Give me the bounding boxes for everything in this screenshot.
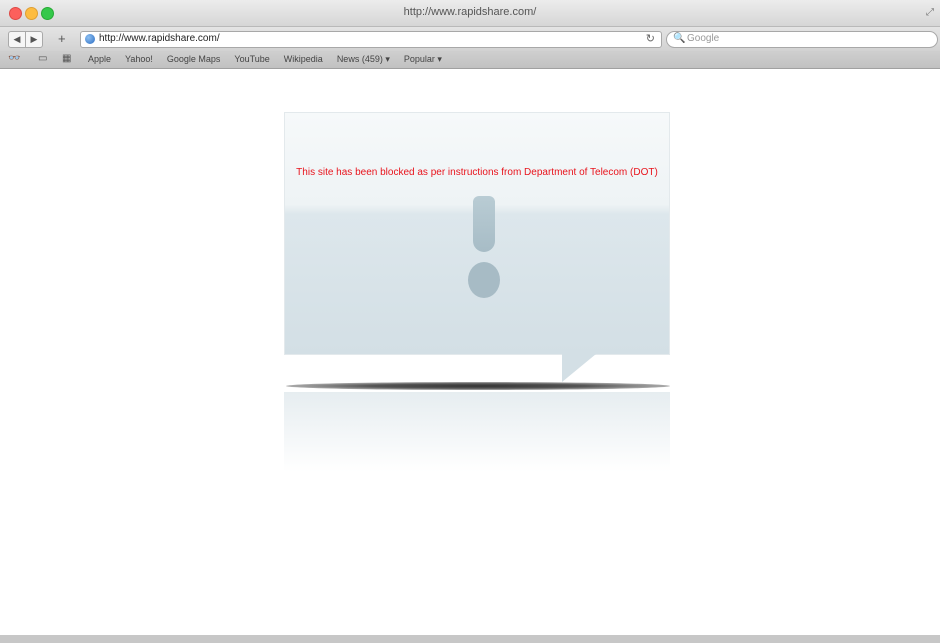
top-sites-icon[interactable]: ▦ (62, 53, 71, 64)
bookmark-items: Apple Yahoo! Google Maps YouTube Wikiped… (88, 54, 442, 65)
reload-icon[interactable]: ↻ (646, 32, 655, 45)
address-bar[interactable]: http://www.rapidshare.com/ ↻ (80, 31, 662, 48)
globe-icon (85, 34, 95, 44)
bookmark-item[interactable]: Yahoo! (125, 54, 153, 65)
url-text[interactable]: http://www.rapidshare.com/ (99, 33, 220, 44)
window-title: http://www.rapidshare.com/ (403, 6, 537, 18)
add-bookmark-button[interactable]: + (58, 31, 66, 46)
reading-list-icon[interactable]: 👓 (8, 53, 20, 64)
bubble-reflection (284, 392, 670, 472)
bookmarks-bar: 👓 ▭ ▦ Apple Yahoo! Google Maps YouTube W… (0, 51, 940, 69)
back-button[interactable]: ◀ (8, 31, 26, 48)
browser-toolbar: ◀ ▶ + http://www.rapidshare.com/ ↻ 🔍 Goo… (0, 27, 940, 51)
search-field[interactable]: 🔍 Google (666, 31, 938, 48)
bookmark-item[interactable]: Apple (88, 54, 111, 65)
window-titlebar: http://www.rapidshare.com/ ⤢ (0, 0, 940, 27)
exclamation-icon (473, 196, 495, 252)
fullscreen-icon[interactable]: ⤢ (926, 7, 934, 18)
search-icon: 🔍 (673, 33, 686, 44)
search-placeholder: Google (687, 33, 720, 44)
bookmark-item[interactable]: News (459) ▾ (337, 54, 390, 65)
status-bar (0, 635, 940, 643)
bubble-shadow (286, 382, 670, 390)
bookmark-item[interactable]: Popular ▾ (404, 54, 442, 65)
bookmarks-icon[interactable]: ▭ (38, 53, 47, 64)
bookmark-item[interactable]: YouTube (234, 54, 269, 65)
forward-button[interactable]: ▶ (25, 31, 43, 48)
bookmark-item[interactable]: Wikipedia (284, 54, 323, 65)
speech-bubble-tail (562, 354, 596, 382)
blocked-message: This site has been blocked as per instru… (296, 167, 658, 178)
bookmark-item[interactable]: Google Maps (167, 54, 221, 65)
exclamation-dot-icon (468, 262, 500, 298)
